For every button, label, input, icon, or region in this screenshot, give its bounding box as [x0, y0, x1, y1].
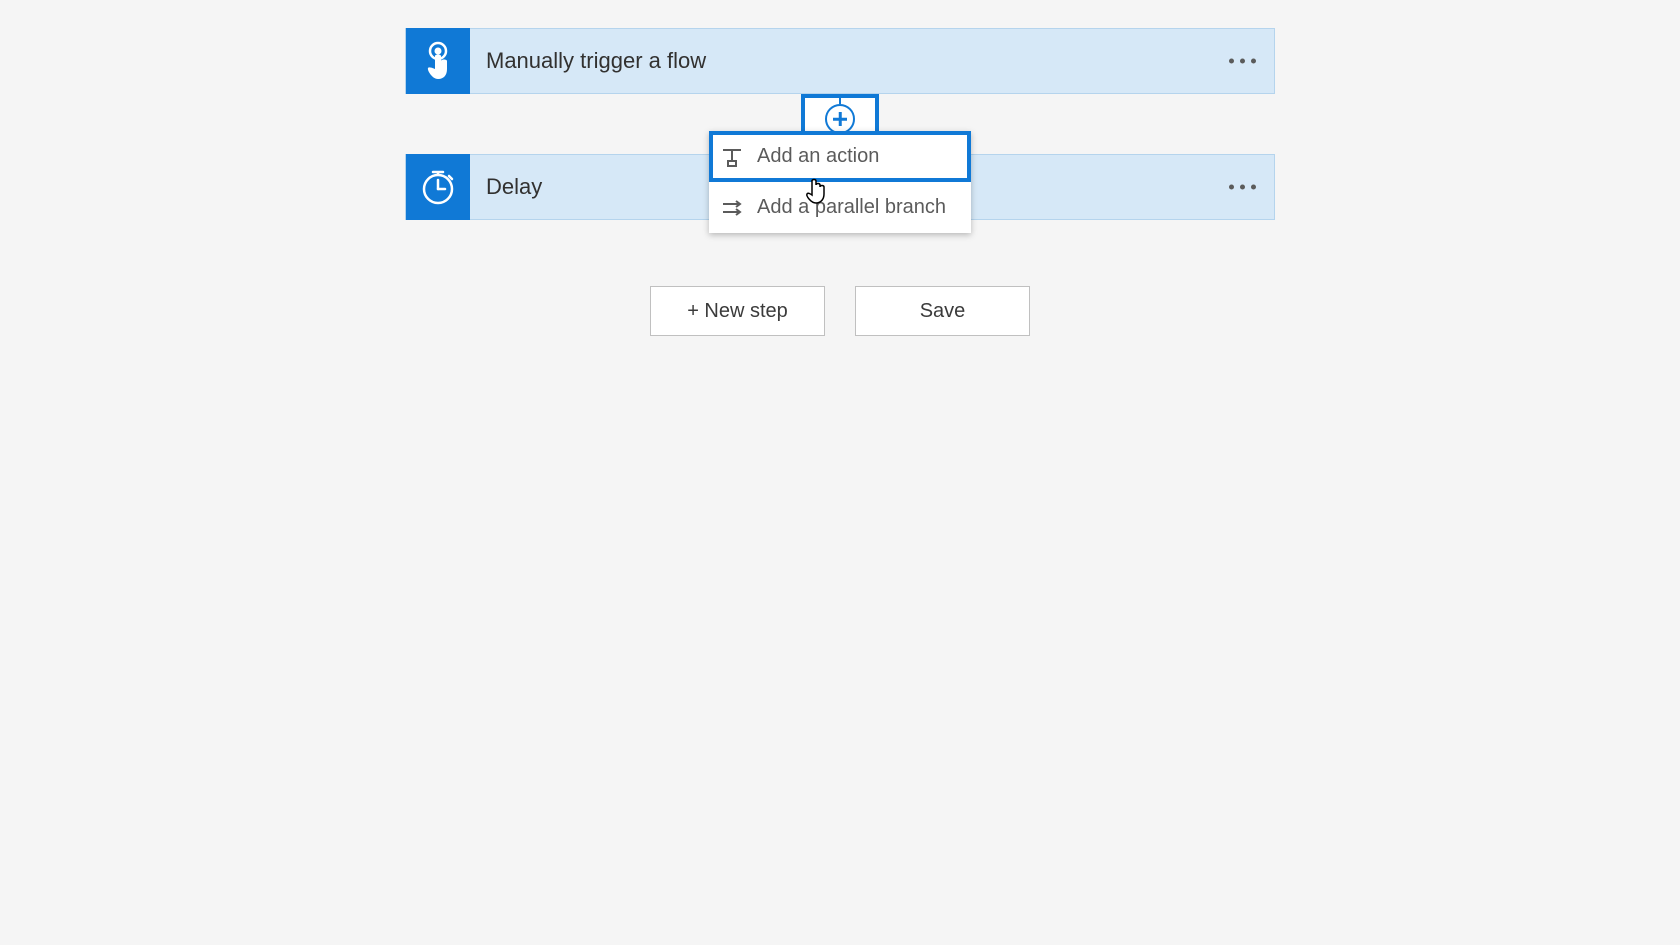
more-options-button[interactable] [1229, 185, 1256, 190]
add-action-icon [721, 147, 745, 167]
menu-item-add-parallel-branch[interactable]: Add a parallel branch [709, 182, 971, 233]
menu-item-label: Add a parallel branch [757, 196, 946, 219]
footer-actions: + New step Save [0, 286, 1680, 336]
flow-canvas: Manually trigger a flow Delay [0, 0, 1680, 336]
insert-step-menu: Add an action Add a parallel branch [709, 131, 971, 233]
plus-icon [825, 104, 855, 134]
timer-icon [406, 154, 470, 220]
menu-item-add-action[interactable]: Add an action [709, 131, 971, 182]
add-parallel-branch-icon [721, 198, 745, 218]
save-button[interactable]: Save [855, 286, 1030, 336]
menu-item-label: Add an action [757, 145, 879, 168]
button-label: Save [920, 300, 966, 323]
flow-step-trigger[interactable]: Manually trigger a flow [405, 28, 1275, 94]
button-label: + New step [687, 300, 788, 323]
flow-step-label: Manually trigger a flow [486, 48, 706, 74]
touch-icon [406, 28, 470, 94]
more-options-button[interactable] [1229, 59, 1256, 64]
flow-step-label: Delay [486, 174, 542, 200]
new-step-button[interactable]: + New step [650, 286, 825, 336]
